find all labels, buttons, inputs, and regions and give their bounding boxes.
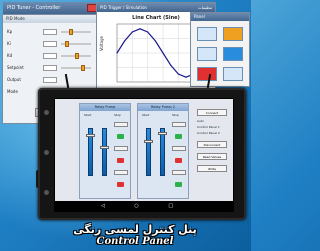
control-column: Connect Auto Control Panel 1 Control Pan… [193,105,231,201]
chart-ylabel: Voltage [99,35,104,51]
param-label: Kp [7,29,13,34]
param-input[interactable] [43,41,57,47]
status-indicator-red [117,158,124,163]
slider-knob[interactable] [81,65,85,71]
tool-icon[interactable] [197,47,217,61]
tool-icon[interactable] [197,67,217,81]
data-point [139,28,141,30]
level-bar [160,128,165,176]
relay-panel-1: Relay Pump Start Stop [79,103,131,199]
param-input[interactable] [43,29,57,35]
level-knob[interactable] [158,132,167,135]
tablet-device: Relay Pump Start Stop Relay Pump 2 Start… [38,88,246,220]
disconnect-button[interactable]: Disconnect [197,141,227,148]
param-label: Ki [7,41,11,46]
slider-knob[interactable] [65,41,69,47]
data-point [116,52,118,54]
caption-persian: پنل کنترل لمسی رنگی [73,223,197,236]
param-slider[interactable] [61,41,91,47]
data-point [170,64,172,66]
slider-knob[interactable] [69,29,73,35]
param-input[interactable] [43,77,57,83]
connect-button[interactable]: Connect [197,109,227,116]
param-row-setpoint: Setpoint [7,65,99,72]
checkbox-auto[interactable]: Auto [197,119,204,123]
level-knob[interactable] [86,134,95,137]
panel-button[interactable] [172,170,186,175]
panel-sub-left: Start [142,113,150,117]
param-input[interactable] [43,65,57,71]
panel-button[interactable] [172,146,186,151]
status-indicator-red [117,182,124,187]
data-point [124,40,126,42]
relay-panel-2: Relay Pump 2 Start Stop [137,103,189,199]
param-row-output: Output [7,77,99,84]
param-slider[interactable] [61,53,91,59]
checkbox-panel-1[interactable]: Control Panel 1 [197,125,220,129]
tablet-button[interactable] [44,110,49,115]
tool-window: Panel [190,12,250,87]
tool-icon[interactable] [223,27,243,41]
slider-knob[interactable] [75,53,79,59]
param-row-ki: Ki [7,41,99,48]
read-button[interactable]: Read Values [197,153,227,160]
param-label: Kd [7,53,13,58]
caption-english: Control Panel [96,236,174,247]
panel-sub-right: Stop [114,113,121,117]
panel-button[interactable] [172,122,186,127]
panel-button[interactable] [114,146,128,151]
level-bar [146,128,151,176]
chart-window-title-right: تنظیمات [197,5,212,10]
level-knob[interactable] [144,140,153,143]
data-point [154,40,156,42]
panel-header: Relay Pump 2 [138,104,188,111]
status-indicator-green [117,134,124,139]
tool-icon[interactable] [197,27,217,41]
chart-window-title: PID Trigger / Simulation [100,5,147,10]
level-bar [102,128,107,176]
data-point [162,52,164,54]
param-input[interactable] [43,53,57,59]
android-nav-bar[interactable]: ◁ ○ □ [55,201,233,211]
param-row-kd: Kd [7,53,99,60]
chart-window-titlebar[interactable]: PID Trigger / Simulation تنظیمات [97,3,215,12]
tablet-screen: Relay Pump Start Stop Relay Pump 2 Start… [54,98,234,212]
settings-subtitle: PID Mode [3,15,101,23]
param-label: Mode [7,89,18,94]
data-point [147,31,149,33]
param-label: Output [7,77,21,82]
write-button[interactable]: Write [197,165,227,172]
panel-header: Relay Pump [80,104,130,111]
param-slider[interactable] [61,29,91,35]
tablet-button[interactable] [44,150,49,155]
param-label: Setpoint [7,65,24,70]
data-point [177,73,179,75]
tool-icon[interactable] [223,67,243,81]
tablet-button[interactable] [44,190,49,195]
panel-button[interactable] [114,122,128,127]
checkbox-panel-2[interactable]: Control Panel 2 [197,131,220,135]
status-indicator-green [175,182,182,187]
tool-icon[interactable] [223,47,243,61]
panel-sub-right: Stop [172,113,179,117]
panel-sub-left: Start [84,113,92,117]
data-point [131,31,133,33]
status-indicator-green [175,134,182,139]
param-row-kp: Kp [7,29,99,36]
tool-window-title[interactable]: Panel [191,13,249,21]
panel-button[interactable] [114,170,128,175]
status-indicator-red [175,158,182,163]
param-slider[interactable] [61,65,91,71]
level-knob[interactable] [100,146,109,149]
data-point [185,76,187,78]
